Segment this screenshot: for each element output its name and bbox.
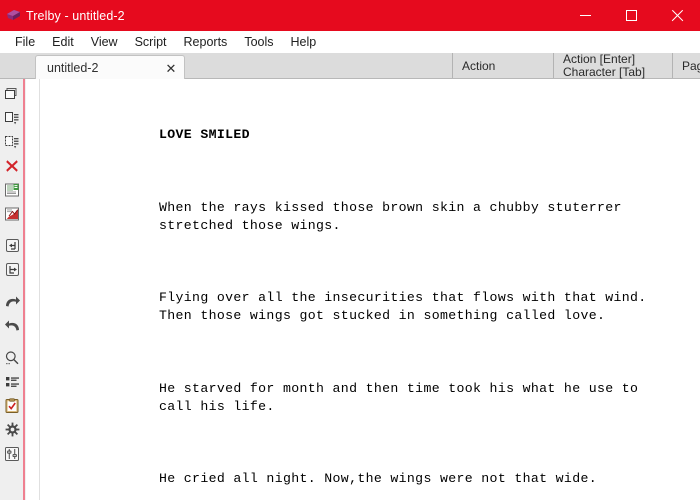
close-button[interactable] bbox=[654, 0, 700, 31]
html-export-icon bbox=[5, 183, 19, 196]
menu-file[interactable]: File bbox=[7, 32, 44, 52]
title-bar: Trelby - untitled-2 bbox=[0, 0, 700, 31]
new-document-icon bbox=[5, 87, 17, 99]
new-script-button[interactable] bbox=[1, 82, 24, 105]
redo-button[interactable] bbox=[1, 314, 24, 337]
open-script-button[interactable] bbox=[1, 106, 24, 129]
shortcut-enter-label: Action [Enter] bbox=[563, 52, 636, 66]
script-settings-button[interactable] bbox=[1, 442, 24, 465]
window-controls bbox=[562, 0, 700, 31]
maximize-icon bbox=[625, 10, 637, 21]
script-block-2: Flying over all the insecurities that fl… bbox=[159, 290, 647, 324]
window-title: Trelby - untitled-2 bbox=[26, 8, 125, 23]
redo-arrow-icon bbox=[4, 320, 19, 330]
script-text[interactable]: LOVE SMILED When the rays kissed those b… bbox=[159, 90, 647, 500]
page-header: Page bbox=[672, 53, 700, 78]
trelby-window: Trelby - untitled-2 File Edit View Scrip… bbox=[0, 0, 700, 500]
menu-view[interactable]: View bbox=[83, 32, 127, 52]
script-editor-pane[interactable]: LOVE SMILED When the rays kissed those b… bbox=[26, 79, 700, 500]
gear-icon bbox=[5, 422, 19, 437]
keyboard-shortcuts-header: Action [Enter] Character [Tab] bbox=[553, 53, 672, 78]
sliders-icon bbox=[5, 446, 19, 461]
script-block-4: He cried all night. Now,the wings were n… bbox=[159, 470, 597, 486]
export-button[interactable] bbox=[1, 258, 24, 281]
shortcut-tab-label: Character [Tab] bbox=[563, 64, 646, 79]
undo-arrow-icon bbox=[5, 296, 20, 306]
script-title: LOVE SMILED bbox=[159, 127, 250, 143]
export-html-button[interactable] bbox=[1, 178, 24, 201]
close-icon bbox=[671, 10, 683, 22]
clipboard-check-icon bbox=[5, 397, 19, 413]
left-toolbar bbox=[0, 79, 25, 500]
toolbar-separator-3 bbox=[1, 338, 24, 345]
save-document-icon bbox=[5, 135, 19, 148]
export-arrow-icon bbox=[5, 263, 19, 276]
script-page[interactable]: LOVE SMILED When the rays kissed those b… bbox=[41, 79, 700, 500]
tab-untitled-2[interactable]: untitled-2 ✕ bbox=[35, 55, 185, 80]
undo-button[interactable] bbox=[1, 290, 24, 313]
open-document-icon bbox=[5, 111, 19, 124]
script-block-3: He starved for month and then time took … bbox=[159, 380, 639, 414]
close-script-button[interactable] bbox=[1, 154, 24, 177]
toolbar-accent-edge bbox=[0, 79, 2, 500]
tab-close-icon[interactable]: ✕ bbox=[160, 57, 182, 79]
list-icon bbox=[5, 376, 19, 387]
tab-label: untitled-2 bbox=[47, 61, 99, 75]
maximize-button[interactable] bbox=[608, 0, 654, 31]
toolbar-separator-2 bbox=[1, 282, 24, 289]
find-replace-button[interactable] bbox=[1, 346, 24, 369]
menu-tools[interactable]: Tools bbox=[236, 32, 282, 52]
toolbar-separator-1 bbox=[1, 226, 24, 233]
tab-strip: untitled-2 ✕ Action Action [Enter] Chara… bbox=[0, 53, 700, 80]
import-button[interactable] bbox=[1, 234, 24, 257]
trelby-logo-icon bbox=[0, 0, 26, 31]
menu-script[interactable]: Script bbox=[127, 32, 176, 52]
menu-help[interactable]: Help bbox=[283, 32, 326, 52]
scene-list-button[interactable] bbox=[1, 370, 24, 393]
pdf-export-icon bbox=[5, 207, 19, 220]
script-block-1: When the rays kissed those brown skin a … bbox=[159, 199, 622, 233]
red-x-icon bbox=[6, 159, 18, 172]
minimize-icon bbox=[579, 15, 591, 16]
magnifier-icon bbox=[5, 350, 19, 364]
settings-button[interactable] bbox=[1, 418, 24, 441]
import-arrow-icon bbox=[5, 239, 19, 252]
spell-check-button[interactable] bbox=[1, 394, 24, 417]
page-gutter bbox=[26, 79, 40, 500]
menu-reports[interactable]: Reports bbox=[176, 32, 237, 52]
minimize-button[interactable] bbox=[562, 0, 608, 31]
menu-edit[interactable]: Edit bbox=[44, 32, 83, 52]
export-pdf-button[interactable] bbox=[1, 202, 24, 225]
element-type-header: Action bbox=[452, 53, 553, 78]
menu-bar: File Edit View Script Reports Tools Help bbox=[0, 31, 700, 53]
save-script-button[interactable] bbox=[1, 130, 24, 153]
